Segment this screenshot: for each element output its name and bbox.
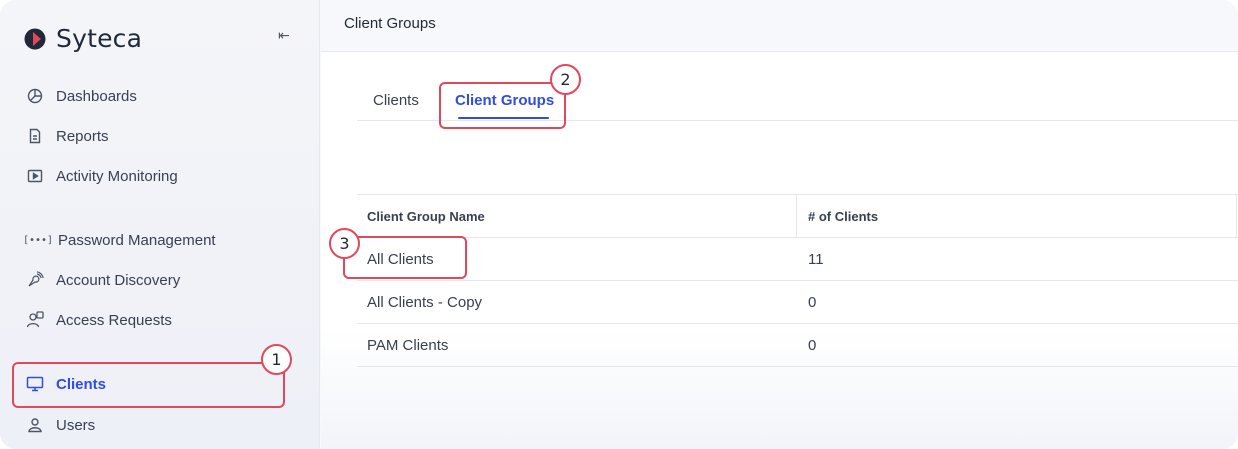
column-divider	[1236, 195, 1237, 237]
brand[interactable]: Syteca	[24, 24, 142, 53]
callout-number-2: 2	[550, 64, 581, 95]
sidebar-item-account-discovery[interactable]: Account Discovery	[26, 268, 180, 292]
play-icon	[26, 167, 44, 185]
sidebar-item-label: Access Requests	[56, 311, 172, 329]
column-divider	[796, 195, 797, 237]
syteca-logo-icon	[24, 28, 46, 50]
column-header-count[interactable]: # of Clients	[808, 195, 878, 237]
client-groups-table: Client Group Name # of Clients All Clien…	[357, 194, 1238, 367]
user-icon	[26, 416, 44, 434]
group-name[interactable]: All Clients - Copy	[367, 281, 482, 323]
sidebar-item-reports[interactable]: Reports	[26, 124, 109, 148]
brand-name: Syteca	[56, 24, 143, 53]
sidebar-item-label: Dashboards	[56, 87, 137, 105]
callout-highlight-clients	[12, 362, 285, 408]
collapse-sidebar-icon[interactable]: ⇤	[278, 28, 298, 46]
client-count: 0	[808, 336, 817, 354]
client-count: 11	[808, 250, 824, 268]
sidebar-item-activity-monitoring[interactable]: Activity Monitoring	[26, 164, 178, 188]
sidebar-item-label: Activity Monitoring	[56, 167, 178, 185]
sidebar-item-dashboards[interactable]: Dashboards	[26, 84, 137, 108]
group-name[interactable]: PAM Clients	[367, 324, 448, 366]
tab-clients[interactable]: Clients	[373, 92, 419, 109]
column-header-name[interactable]: Client Group Name	[367, 195, 485, 237]
callout-highlight-all-clients	[343, 236, 467, 279]
top-bar: Client Groups	[321, 0, 1238, 52]
discovery-icon	[26, 271, 44, 289]
table-row[interactable]: All Clients - Copy 0	[357, 281, 1238, 324]
access-request-icon	[26, 311, 44, 329]
callout-number-1: 1	[261, 344, 292, 375]
sidebar-item-label: Users	[56, 416, 96, 434]
page-title: Client Groups	[344, 15, 436, 32]
table-row[interactable]: PAM Clients 0	[357, 324, 1238, 367]
table-header: Client Group Name # of Clients	[357, 194, 1238, 238]
sidebar-item-users[interactable]: Users	[26, 413, 95, 437]
client-count: 0	[808, 293, 817, 311]
callout-highlight-client-groups-tab	[439, 82, 566, 129]
app-window: Syteca ⇤ Dashboards Reports Activity Mon…	[0, 0, 1238, 449]
dashboard-icon	[26, 87, 44, 105]
sidebar-item-label: Account Discovery	[56, 271, 181, 289]
main-panel: Client Groups Clients Client Groups Clie…	[321, 0, 1238, 449]
sidebar-item-label: Reports	[56, 127, 109, 145]
table-row[interactable]: All Clients 11	[357, 238, 1238, 281]
callout-number-3: 3	[329, 228, 360, 259]
sidebar-item-password-management[interactable]: [•••] Password Management	[22, 228, 216, 252]
password-icon: [•••]	[22, 234, 54, 246]
sidebar-item-label: Password Management	[58, 231, 216, 249]
sidebar-item-access-requests[interactable]: Access Requests	[26, 308, 172, 332]
report-icon	[26, 127, 44, 145]
